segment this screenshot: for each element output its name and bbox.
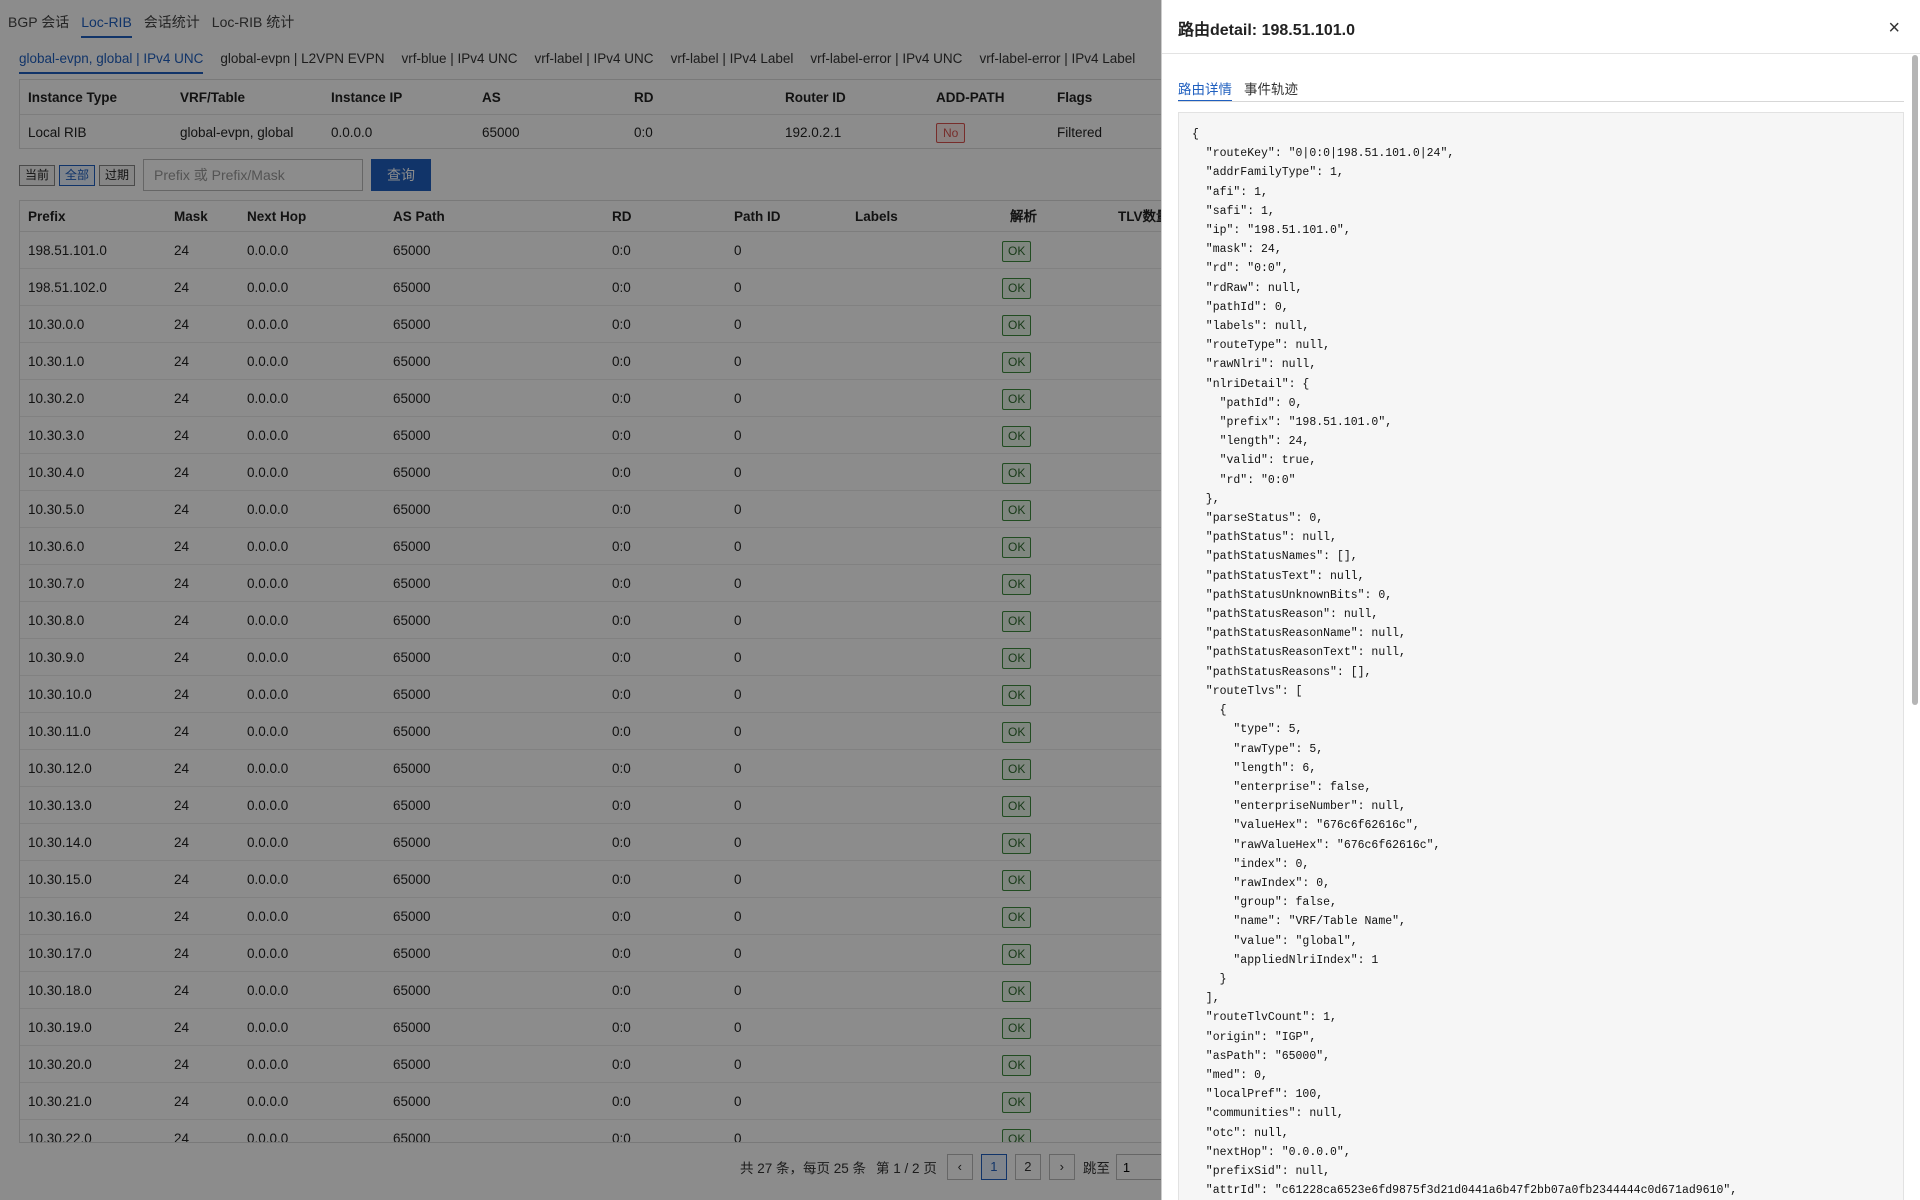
tab-event-trace[interactable]: 事件轨迹	[1244, 78, 1298, 102]
drawer-scrollbar[interactable]	[1912, 55, 1918, 705]
json-line: "rawNlri": null,	[1192, 358, 1317, 372]
json-line: "enterpriseNumber": null,	[1192, 800, 1406, 814]
json-line: }	[1192, 972, 1227, 986]
json-line: "routeTlvCount": 1,	[1192, 1011, 1337, 1025]
json-line: "rawValueHex": "676c6f62616c",	[1192, 838, 1441, 852]
modal-overlay[interactable]	[0, 0, 1161, 1200]
route-detail-drawer: 路由detail: 198.51.101.0 × 路由详情 事件轨迹 { "ro…	[1161, 0, 1920, 1200]
json-line: "rdRaw": null,	[1192, 281, 1303, 295]
close-icon[interactable]: ×	[1888, 18, 1900, 38]
drawer-tabs: 路由详情 事件轨迹	[1178, 78, 1310, 102]
json-line: {	[1192, 128, 1199, 141]
json-line: "pathStatusReasonText": null,	[1192, 646, 1406, 660]
json-line: "prefixSid": null,	[1192, 1164, 1331, 1178]
tab-route-detail[interactable]: 路由详情	[1178, 78, 1232, 102]
json-line: ],	[1192, 992, 1220, 1006]
json-line: "index": 0,	[1192, 857, 1310, 871]
drawer-header: 路由detail: 198.51.101.0 ×	[1162, 0, 1920, 54]
json-line: },	[1192, 492, 1220, 506]
json-line: "name": "VRF/Table Name",	[1192, 915, 1406, 929]
json-line: "valueHex": "676c6f62616c",	[1192, 819, 1420, 833]
json-line: {	[1192, 704, 1227, 718]
json-line: "nlriDetail": {	[1192, 377, 1310, 391]
json-line: "safi": 1,	[1192, 204, 1275, 218]
json-line: "med": 0,	[1192, 1068, 1268, 1082]
json-line: "length": 24,	[1192, 435, 1310, 449]
json-viewer[interactable]: { "routeKey": "0|0:0|198.51.101.0|24", "…	[1178, 112, 1904, 1200]
json-line: "pathStatus": null,	[1192, 531, 1337, 545]
json-line: "group": false,	[1192, 896, 1337, 910]
json-line: "prefix": "198.51.101.0",	[1192, 416, 1393, 430]
json-line: "rawType": 5,	[1192, 742, 1324, 756]
json-line: "labels": null,	[1192, 320, 1310, 334]
json-line: "addrFamilyType": 1,	[1192, 166, 1344, 180]
json-line: "parseStatus": 0,	[1192, 512, 1324, 526]
json-line: "otc": null,	[1192, 1126, 1289, 1140]
json-line: "routeType": null,	[1192, 339, 1331, 353]
json-line: "pathStatusReason": null,	[1192, 608, 1379, 622]
json-line: "origin": "IGP",	[1192, 1030, 1317, 1044]
json-line: "length": 6,	[1192, 761, 1317, 775]
json-line: "attrId": "c61228ca6523e6fd9875f3d21d044…	[1192, 1184, 1738, 1198]
json-line: "ip": "198.51.101.0",	[1192, 224, 1351, 238]
json-line: "rawIndex": 0,	[1192, 876, 1331, 890]
json-line: "enterprise": false,	[1192, 780, 1372, 794]
tab-divider	[1178, 101, 1904, 102]
json-line: "communities": null,	[1192, 1107, 1344, 1121]
json-line: "asPath": "65000",	[1192, 1049, 1331, 1063]
json-line: "value": "global",	[1192, 934, 1358, 948]
json-line: "pathStatusNames": [],	[1192, 550, 1358, 564]
json-line: "routeKey": "0|0:0|198.51.101.0|24",	[1192, 147, 1455, 161]
json-line: "afi": 1,	[1192, 185, 1268, 199]
json-line: "type": 5,	[1192, 723, 1303, 737]
json-line: "pathId": 0,	[1192, 396, 1303, 410]
json-line: "routeTlvs": [	[1192, 684, 1303, 698]
json-line: "nextHop": "0.0.0.0",	[1192, 1145, 1351, 1159]
json-line: "pathStatusReasons": [],	[1192, 665, 1372, 679]
json-line: "appliedNlriIndex": 1	[1192, 953, 1379, 967]
json-line: "rd": "0:0",	[1192, 262, 1289, 276]
json-line: "rd": "0:0"	[1192, 473, 1296, 487]
drawer-title: 路由detail: 198.51.101.0	[1178, 22, 1355, 39]
json-line: "pathStatusReasonName": null,	[1192, 627, 1406, 641]
json-line: "pathId": 0,	[1192, 300, 1289, 314]
json-line: "pathStatusText": null,	[1192, 569, 1365, 583]
json-line: "valid": true,	[1192, 454, 1317, 468]
json-line: "localPref": 100,	[1192, 1088, 1324, 1102]
json-line: "pathStatusUnknownBits": 0,	[1192, 588, 1393, 602]
route-json: { "routeKey": "0|0:0|198.51.101.0|24", "…	[1179, 113, 1903, 1200]
json-line: "mask": 24,	[1192, 243, 1282, 257]
